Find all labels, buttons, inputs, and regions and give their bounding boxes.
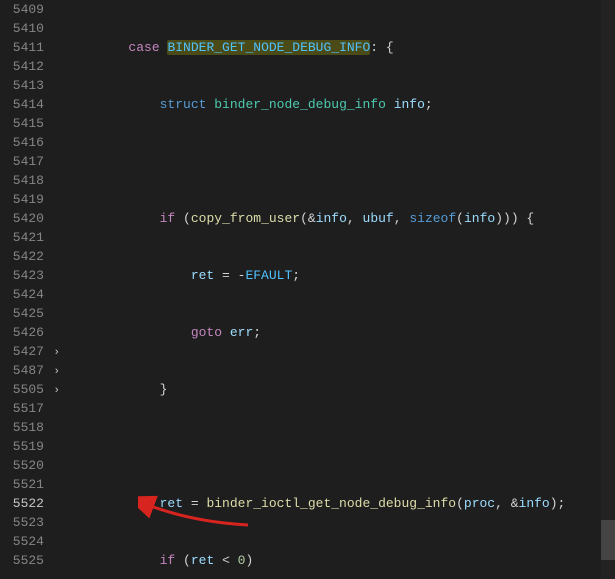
line-number: 5423 [0, 266, 58, 285]
line-number-gutter: 5409 5410 5411 5412 5413 5414 5415 5416 … [0, 0, 62, 579]
line-number: 5518 [0, 418, 58, 437]
line-number: 5517 [0, 399, 58, 418]
line-number: 5505› [0, 380, 58, 399]
line-number: 5522 [0, 494, 58, 513]
line-number: 5410 [0, 19, 58, 38]
code-line[interactable]: struct binder_node_debug_info info; [62, 95, 615, 114]
code-line[interactable]: goto err; [62, 323, 615, 342]
line-number: 5424 [0, 285, 58, 304]
line-number: 5487› [0, 361, 58, 380]
line-number: 5416 [0, 133, 58, 152]
line-number: 5525 [0, 551, 58, 570]
line-number: 5425 [0, 304, 58, 323]
line-number: 5426 [0, 323, 58, 342]
line-number: 5414 [0, 95, 58, 114]
code-line[interactable] [62, 152, 615, 171]
code-line[interactable]: case BINDER_GET_NODE_DEBUG_INFO: { [62, 38, 615, 57]
scrollbar-thumb[interactable] [601, 520, 615, 560]
code-line[interactable] [62, 437, 615, 456]
line-number: 5521 [0, 475, 58, 494]
line-number: 5412 [0, 57, 58, 76]
code-line[interactable]: if (copy_from_user(&info, ubuf, sizeof(i… [62, 209, 615, 228]
line-number: 5409 [0, 0, 58, 19]
line-number: 5415 [0, 114, 58, 133]
code-line[interactable]: } [62, 380, 615, 399]
line-number: 5419 [0, 190, 58, 209]
line-number: 5427› [0, 342, 58, 361]
code-content[interactable]: case BINDER_GET_NODE_DEBUG_INFO: { struc… [62, 0, 615, 579]
vertical-scrollbar[interactable] [601, 0, 615, 579]
line-number: 5523 [0, 513, 58, 532]
line-number: 5421 [0, 228, 58, 247]
code-line[interactable]: ret = -EFAULT; [62, 266, 615, 285]
line-number: 5418 [0, 171, 58, 190]
line-number: 5411 [0, 38, 58, 57]
code-line[interactable]: ret = binder_ioctl_get_node_debug_info(p… [62, 494, 615, 513]
code-line[interactable]: if (ret < 0) [62, 551, 615, 570]
line-number: 5519 [0, 437, 58, 456]
line-number: 5524 [0, 532, 58, 551]
line-number: 5417 [0, 152, 58, 171]
line-number: 5413 [0, 76, 58, 95]
line-number: 5420 [0, 209, 58, 228]
code-editor[interactable]: 5409 5410 5411 5412 5413 5414 5415 5416 … [0, 0, 615, 579]
line-number: 5422 [0, 247, 58, 266]
line-number: 5520 [0, 456, 58, 475]
